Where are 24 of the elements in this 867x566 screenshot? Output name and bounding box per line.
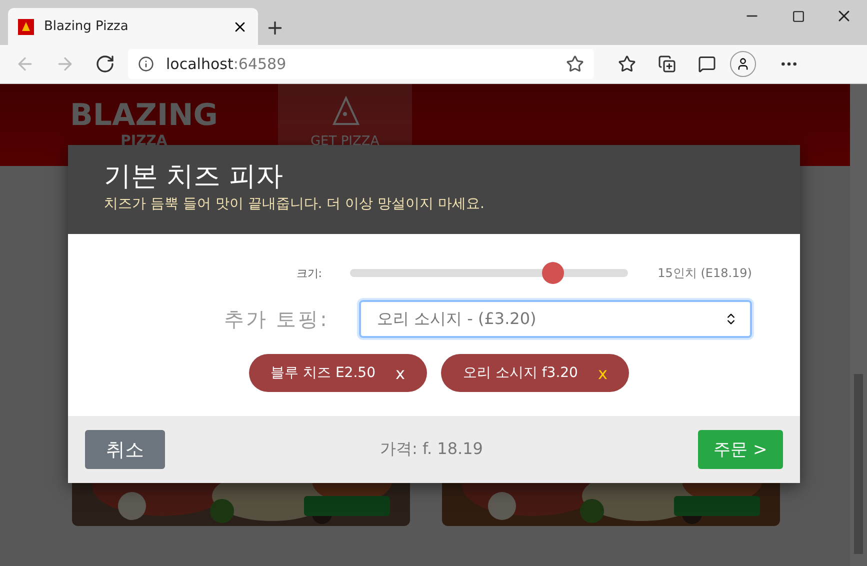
logo-subtext: PIZZA [120,133,168,149]
slider-thumb[interactable] [542,262,564,284]
cancel-button[interactable]: 취소 [85,430,165,469]
logo-text: BLAZING [70,98,218,133]
order-button[interactable]: 주문 > [698,430,783,469]
size-label: 크기: [295,266,323,280]
pizza-favicon-icon [18,18,34,34]
browser-tab[interactable]: Blazing Pizza [8,8,258,45]
price-text: 가격: f. 18.19 [380,439,483,460]
toppings-select[interactable]: 오리 소시지 - (£3.20) [358,300,752,338]
scrollbar-thumb[interactable] [854,374,863,554]
remove-link[interactable]: x [598,364,608,382]
toppings-label: 추가 토핑: [222,306,330,332]
size-reading: 15인치 (E18.19) [658,264,752,282]
topping-name: 블루 치즈 E2.50 [270,364,376,382]
size-slider[interactable] [350,262,628,284]
info-icon [138,56,154,72]
profile-icon[interactable] [730,51,756,77]
star-icon[interactable] [566,55,584,73]
topping-name: 오리 소시지 f3.20 [462,364,578,382]
dialog-description: 치즈가 듬뿍 들어 맛이 끝내줍니다. 더 이상 망설이지 마세요. [104,195,486,213]
remove-link[interactable]: x [395,364,405,382]
address-bar[interactable]: localhost:64589 [128,49,594,79]
tab-title: Blazing Pizza [44,19,130,34]
